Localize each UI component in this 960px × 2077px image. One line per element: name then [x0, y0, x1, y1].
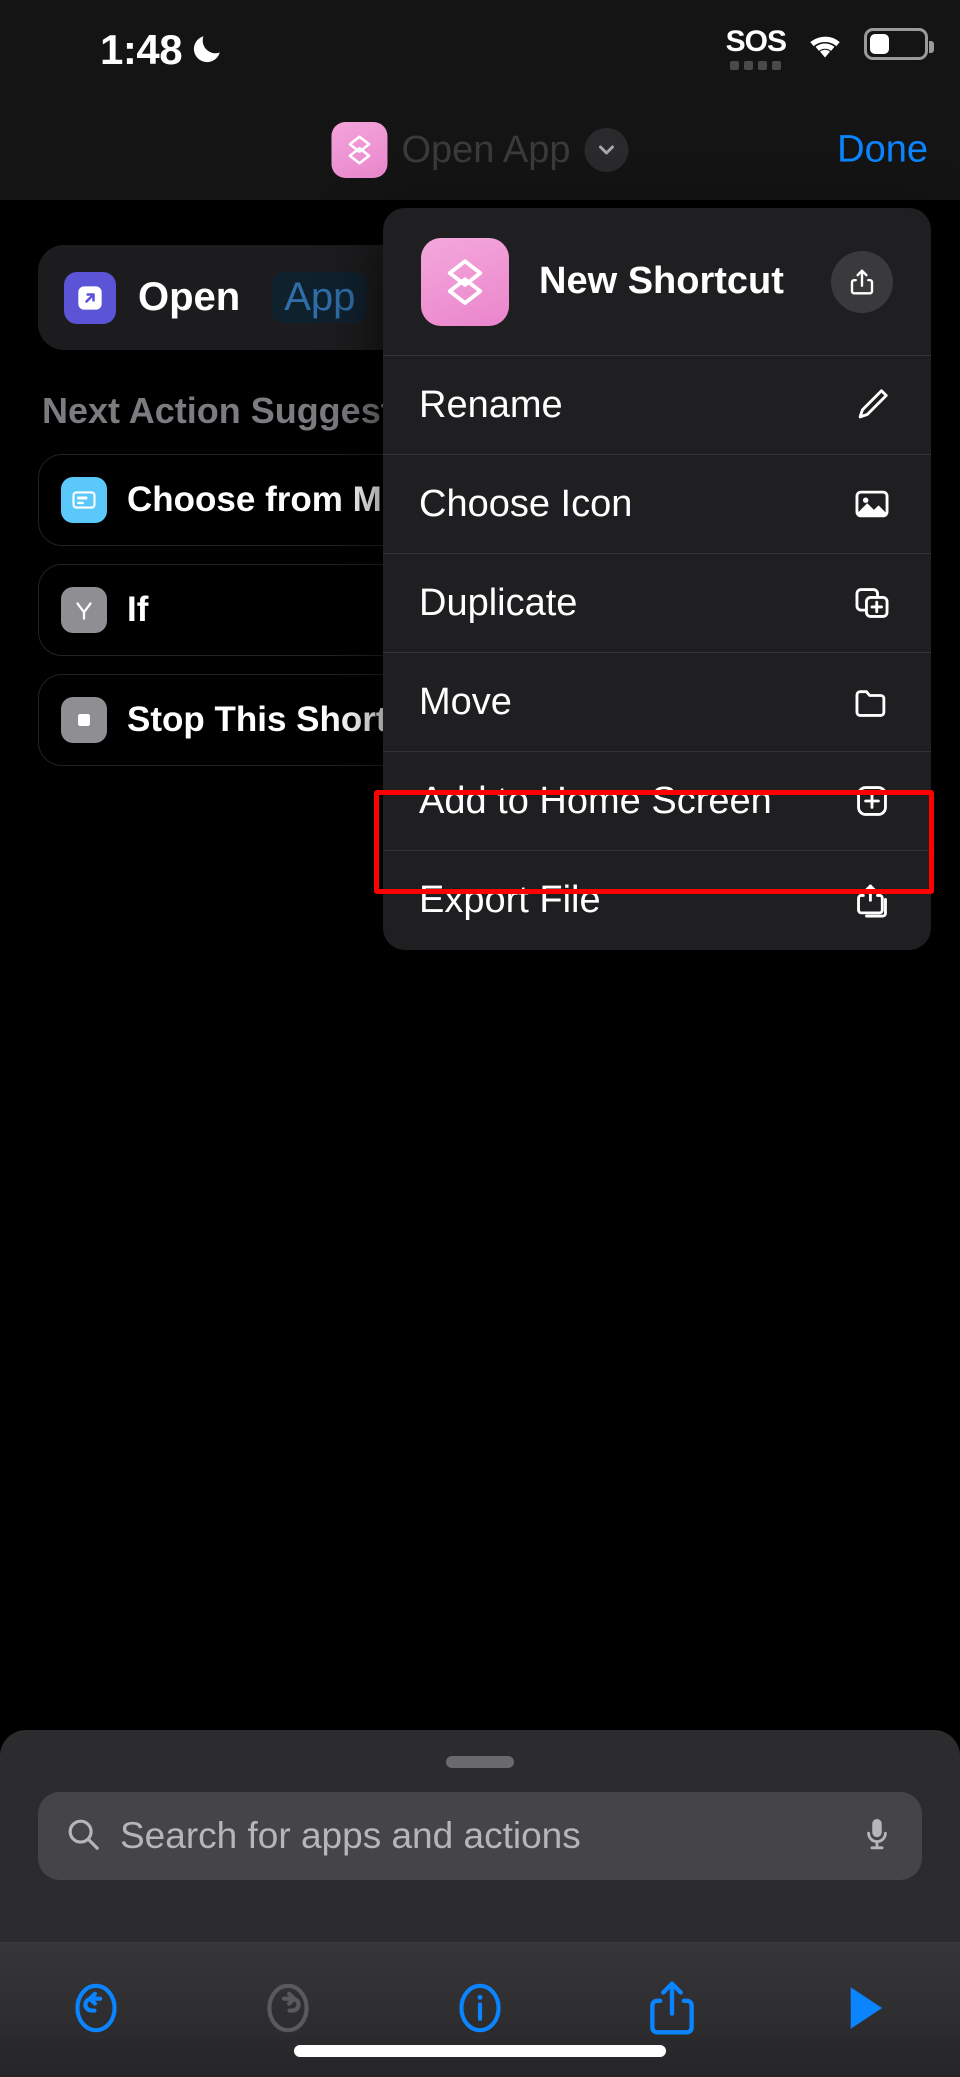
- export-share-icon: [849, 878, 895, 924]
- suggestion-label: If: [127, 590, 149, 629]
- stop-square-icon: [61, 697, 107, 743]
- home-bar: [294, 2045, 666, 2057]
- nav-title: Open App: [401, 128, 571, 171]
- menu-item-duplicate[interactable]: Duplicate: [383, 554, 931, 653]
- search-input[interactable]: Search for apps and actions: [120, 1815, 840, 1857]
- menu-item-label: Choose Icon: [419, 482, 633, 525]
- share-button[interactable]: [629, 1965, 715, 2051]
- menu-item-label: Export File: [419, 879, 601, 921]
- sos-indicator: SOS: [725, 25, 787, 70]
- info-button[interactable]: [437, 1965, 523, 2051]
- run-button[interactable]: [821, 1965, 907, 2051]
- menu-item-rename[interactable]: Rename: [383, 356, 931, 455]
- status-bar-indicators: SOS: [725, 25, 934, 70]
- menu-item-move[interactable]: Move: [383, 653, 931, 752]
- search-bar[interactable]: Search for apps and actions: [38, 1792, 922, 1880]
- action-label: Open: [138, 275, 241, 319]
- redo-button[interactable]: [245, 1965, 331, 2051]
- search-icon: [64, 1815, 102, 1858]
- shortcuts-layers-icon: [331, 122, 388, 178]
- battery-icon: [864, 28, 934, 60]
- microphone-icon[interactable]: [858, 1815, 896, 1858]
- editor-toolbar: [0, 1942, 960, 2077]
- share-icon[interactable]: [831, 250, 893, 313]
- menu-item-label: Add to Home Screen: [419, 779, 772, 822]
- menu-item-add-to-home-screen[interactable]: Add to Home Screen: [383, 752, 931, 851]
- sos-label: SOS: [725, 25, 787, 58]
- menu-item-label: Duplicate: [419, 581, 578, 624]
- context-menu-title: New Shortcut: [539, 260, 784, 302]
- undo-button[interactable]: [53, 1965, 139, 2051]
- photo-icon: [849, 481, 895, 527]
- pencil-icon: [849, 382, 895, 428]
- menu-item-label: Move: [419, 680, 512, 723]
- action-parameter-token[interactable]: App: [272, 272, 368, 323]
- open-app-arrow-icon: [64, 271, 116, 324]
- menu-item-label: Rename: [419, 383, 563, 426]
- signal-dots-icon: [730, 61, 782, 70]
- folder-icon: [849, 679, 895, 725]
- shortcut-context-menu: New Shortcut Rename Choose Icon Duplicat…: [383, 208, 931, 950]
- menu-item-export-file[interactable]: Export File: [383, 851, 931, 950]
- done-button[interactable]: Done: [837, 129, 928, 172]
- action-library-sheet: Search for apps and actions: [0, 1730, 960, 1942]
- shortcut-title-group[interactable]: Open App: [331, 122, 629, 178]
- moon-icon: [193, 36, 220, 63]
- plus-square-icon: [849, 778, 895, 824]
- phone-screen: 1:48 SOS Open App Done Open App Next Act…: [0, 0, 960, 2077]
- status-bar-time: 1:48: [100, 26, 183, 73]
- context-menu-header: New Shortcut: [383, 208, 931, 356]
- wifi-icon: [810, 36, 840, 58]
- chevron-down-icon[interactable]: [584, 128, 629, 172]
- navigation-bar: Open App Done: [0, 100, 960, 200]
- if-branch-icon: [61, 587, 107, 633]
- menu-card-icon: [61, 477, 107, 523]
- status-bar: 1:48 SOS: [0, 0, 960, 100]
- menu-item-choose-icon[interactable]: Choose Icon: [383, 455, 931, 554]
- sheet-drag-handle[interactable]: [446, 1756, 514, 1768]
- duplicate-plus-icon: [849, 580, 895, 626]
- shortcuts-layers-icon: [421, 237, 509, 326]
